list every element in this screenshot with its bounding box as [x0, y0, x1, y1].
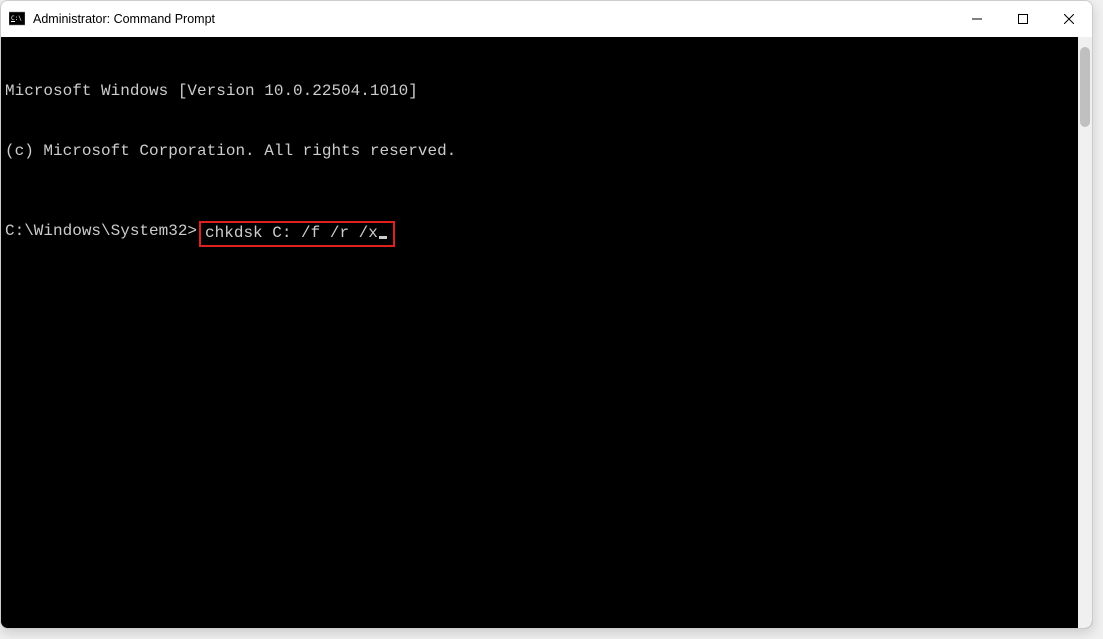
terminal-prompt-line: C:\Windows\System32> chkdsk C: /f /r /x [5, 221, 1074, 247]
cursor [379, 236, 387, 239]
vertical-scrollbar[interactable] [1078, 37, 1092, 628]
terminal-line: (c) Microsoft Corporation. All rights re… [5, 141, 1074, 161]
terminal-line: Microsoft Windows [Version 10.0.22504.10… [5, 81, 1074, 101]
window-controls [954, 1, 1092, 37]
minimize-button[interactable] [954, 1, 1000, 37]
cmd-icon: C:\ [9, 11, 25, 27]
highlighted-command: chkdsk C: /f /r /x [199, 221, 395, 247]
scrollbar-thumb[interactable] [1080, 47, 1090, 127]
close-button[interactable] [1046, 1, 1092, 37]
maximize-button[interactable] [1000, 1, 1046, 37]
window-title: Administrator: Command Prompt [33, 12, 954, 26]
titlebar[interactable]: C:\ Administrator: Command Prompt [1, 1, 1092, 37]
svg-text:C:\: C:\ [11, 15, 22, 22]
terminal-prompt: C:\Windows\System32> [5, 221, 197, 247]
terminal-area: Microsoft Windows [Version 10.0.22504.10… [1, 37, 1092, 628]
command-prompt-window: C:\ Administrator: Command Prompt Micros… [0, 0, 1093, 629]
terminal-command: chkdsk C: /f /r /x [205, 224, 378, 242]
terminal-output[interactable]: Microsoft Windows [Version 10.0.22504.10… [1, 37, 1078, 628]
